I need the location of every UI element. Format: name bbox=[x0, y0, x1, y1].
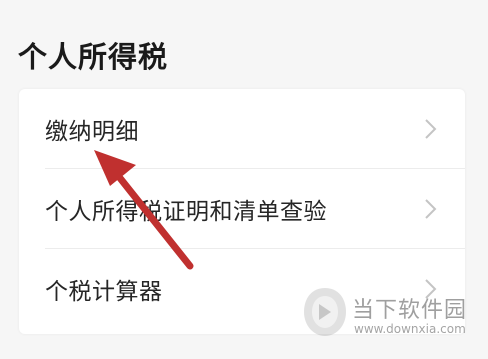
chevron-right-icon bbox=[425, 118, 437, 139]
watermark: 当下软件园 www.downxia.com bbox=[302, 286, 482, 350]
menu-item-label: 个人所得税证明和清单查验 bbox=[45, 198, 327, 225]
menu-item-label: 缴纳明细 bbox=[45, 118, 139, 145]
menu-item-label: 个税计算器 bbox=[45, 278, 163, 305]
watermark-logo-icon bbox=[304, 288, 346, 336]
menu-item-payment-details[interactable]: 缴纳明细 bbox=[19, 89, 465, 168]
watermark-url: www.downxia.com bbox=[354, 322, 466, 336]
watermark-name: 当下软件园 bbox=[352, 298, 468, 323]
section-title: 个人所得税 bbox=[18, 40, 169, 74]
menu-item-certificate-verification[interactable]: 个人所得税证明和清单查验 bbox=[19, 169, 465, 248]
chevron-right-icon bbox=[425, 198, 437, 219]
